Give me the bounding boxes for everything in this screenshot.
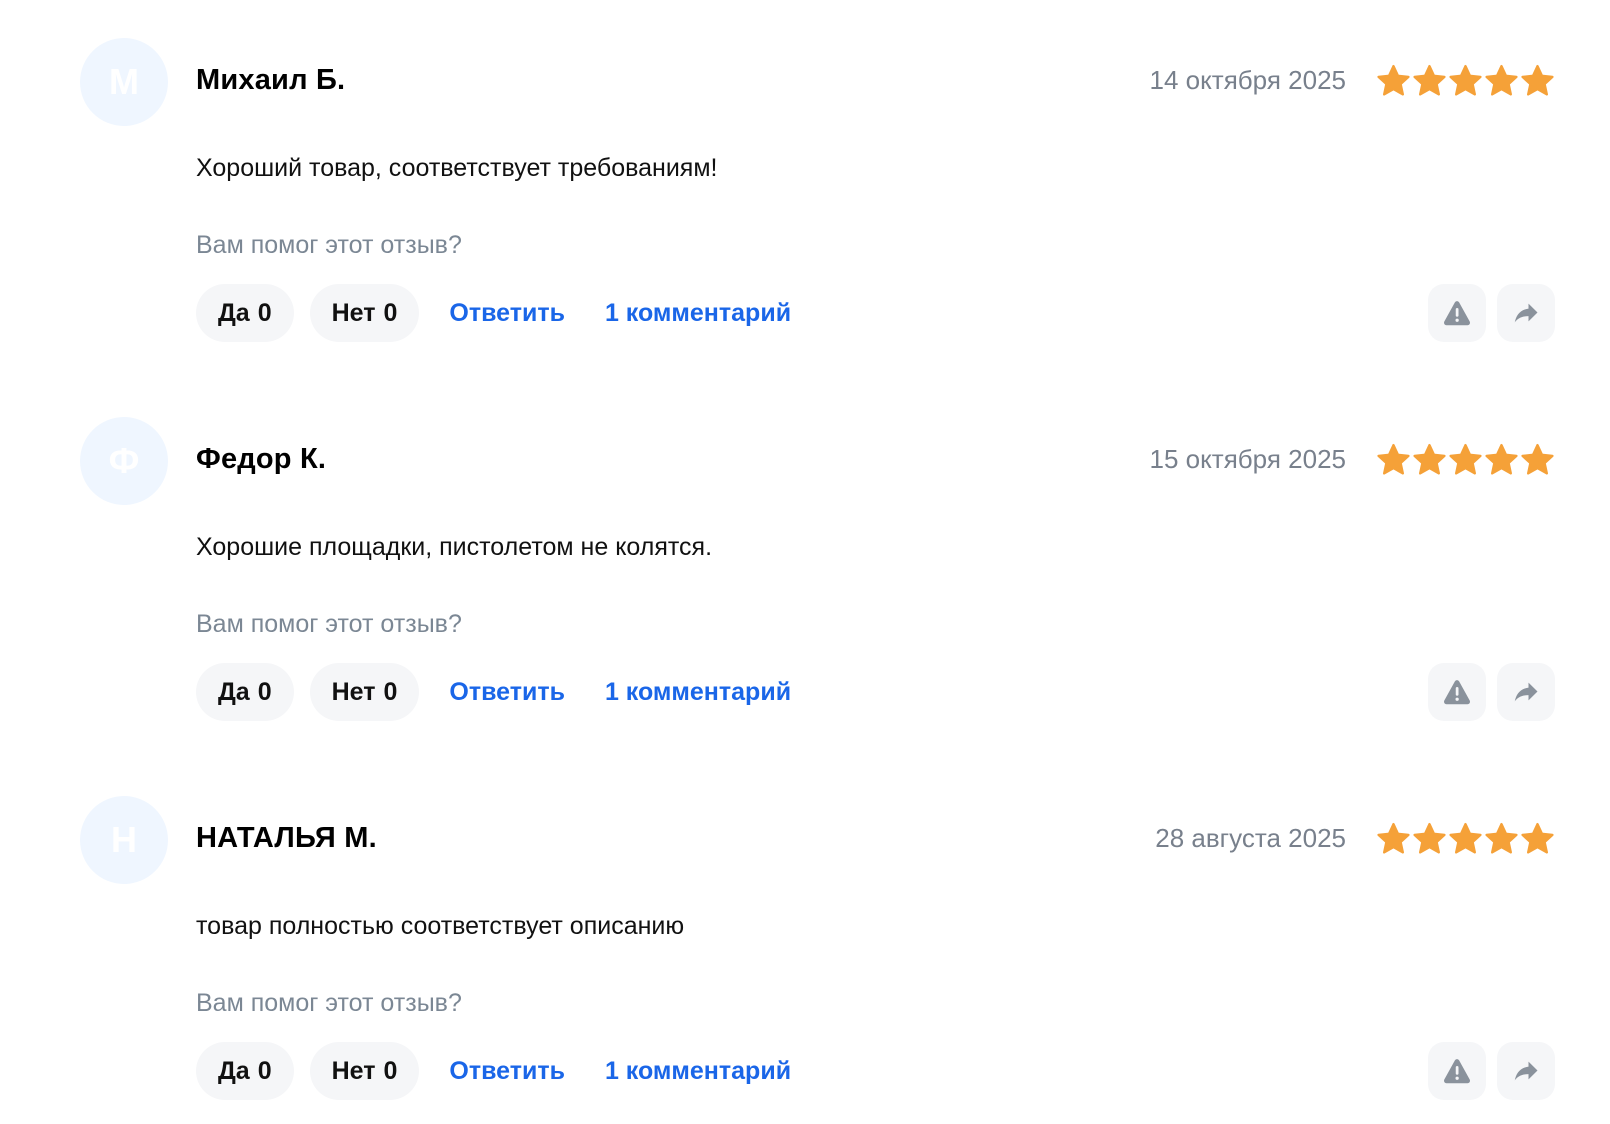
vote-yes-count: 0 (257, 1056, 272, 1085)
review-actions: Да 0 Нет 0 Ответить 1 комментарий (196, 284, 791, 342)
share-arrow-icon (1514, 1061, 1538, 1081)
share-arrow-icon (1514, 682, 1538, 702)
review-text: Хороший товар, соответствует требованиям… (196, 154, 718, 182)
reply-link[interactable]: Ответить (449, 678, 565, 707)
avatar: М (80, 38, 168, 126)
vote-yes-button[interactable]: Да 0 (196, 284, 294, 342)
star-icon (1521, 64, 1554, 96)
star-rating (1376, 441, 1555, 479)
avatar: Ф (80, 417, 168, 505)
reply-link[interactable]: Ответить (449, 299, 565, 328)
review-text: товар полностью соответствует описанию (196, 912, 685, 940)
star-icon (1521, 822, 1554, 854)
review-card: М Михаил Б. 14 октября 2025 Хороший това… (0, 0, 1610, 379)
helpful-question: Вам помог этот отзыв? (196, 989, 462, 1017)
share-button[interactable] (1497, 1042, 1555, 1100)
review-date: 15 октября 2025 (1149, 444, 1346, 474)
vote-yes-count: 0 (257, 298, 272, 327)
vote-no-button[interactable]: Нет 0 (309, 663, 420, 721)
star-icon (1413, 64, 1446, 96)
star-icon (1485, 822, 1518, 854)
vote-no-count: 0 (383, 1056, 398, 1085)
review-card: Ф Федор К. 15 октября 2025 Хорошие площа… (0, 379, 1610, 758)
star-icon (1413, 443, 1446, 475)
star-icon (1449, 443, 1482, 475)
star-icon (1377, 822, 1410, 854)
review-actions: Да 0 Нет 0 Ответить 1 комментарий (196, 1042, 791, 1100)
vote-no-button[interactable]: Нет 0 (309, 284, 420, 342)
star-icon (1449, 64, 1482, 96)
vote-yes-label: Да (218, 677, 250, 706)
review-date: 14 октября 2025 (1149, 65, 1346, 95)
review-actions: Да 0 Нет 0 Ответить 1 комментарий (196, 663, 791, 721)
vote-no-label: Нет (331, 677, 376, 706)
star-icon (1485, 64, 1518, 96)
vote-yes-button[interactable]: Да 0 (196, 663, 294, 721)
vote-yes-label: Да (218, 298, 250, 327)
report-button[interactable] (1428, 284, 1486, 342)
avatar: Н (80, 796, 168, 884)
review-text: Хорошие площадки, пистолетом не колятся. (196, 533, 713, 561)
vote-no-label: Нет (331, 298, 376, 327)
star-icon (1521, 443, 1554, 475)
helpful-question: Вам помог этот отзыв? (196, 610, 462, 638)
vote-yes-count: 0 (257, 677, 272, 706)
star-rating (1376, 62, 1555, 100)
reply-link[interactable]: Ответить (449, 1057, 565, 1086)
helpful-question: Вам помог этот отзыв? (196, 231, 462, 259)
vote-no-count: 0 (383, 677, 398, 706)
star-rating (1376, 820, 1555, 858)
share-arrow-icon (1514, 303, 1538, 323)
report-button[interactable] (1428, 1042, 1486, 1100)
share-button[interactable] (1497, 284, 1555, 342)
vote-no-label: Нет (331, 1056, 376, 1085)
review-author: Федор К. (196, 443, 327, 475)
vote-yes-label: Да (218, 1056, 250, 1085)
vote-no-button[interactable]: Нет 0 (309, 1042, 420, 1100)
vote-no-count: 0 (383, 298, 398, 327)
comments-link[interactable]: 1 комментарий (605, 678, 791, 707)
vote-yes-button[interactable]: Да 0 (196, 1042, 294, 1100)
report-button[interactable] (1428, 663, 1486, 721)
star-icon (1377, 64, 1410, 96)
warning-triangle-icon (1444, 1059, 1470, 1084)
share-button[interactable] (1497, 663, 1555, 721)
warning-triangle-icon (1444, 301, 1470, 326)
star-icon (1377, 443, 1410, 475)
comments-link[interactable]: 1 комментарий (605, 299, 791, 328)
review-card: Н НАТАЛЬЯ М. 28 августа 2025 товар полно… (0, 758, 1610, 1124)
comments-link[interactable]: 1 комментарий (605, 1057, 791, 1086)
star-icon (1449, 822, 1482, 854)
warning-triangle-icon (1444, 680, 1470, 705)
review-date: 28 августа 2025 (1155, 823, 1346, 853)
review-author: Михаил Б. (196, 64, 346, 96)
review-author: НАТАЛЬЯ М. (196, 822, 377, 854)
reviews-list: М Михаил Б. 14 октября 2025 Хороший това… (0, 0, 1610, 1124)
star-icon (1413, 822, 1446, 854)
star-icon (1485, 443, 1518, 475)
